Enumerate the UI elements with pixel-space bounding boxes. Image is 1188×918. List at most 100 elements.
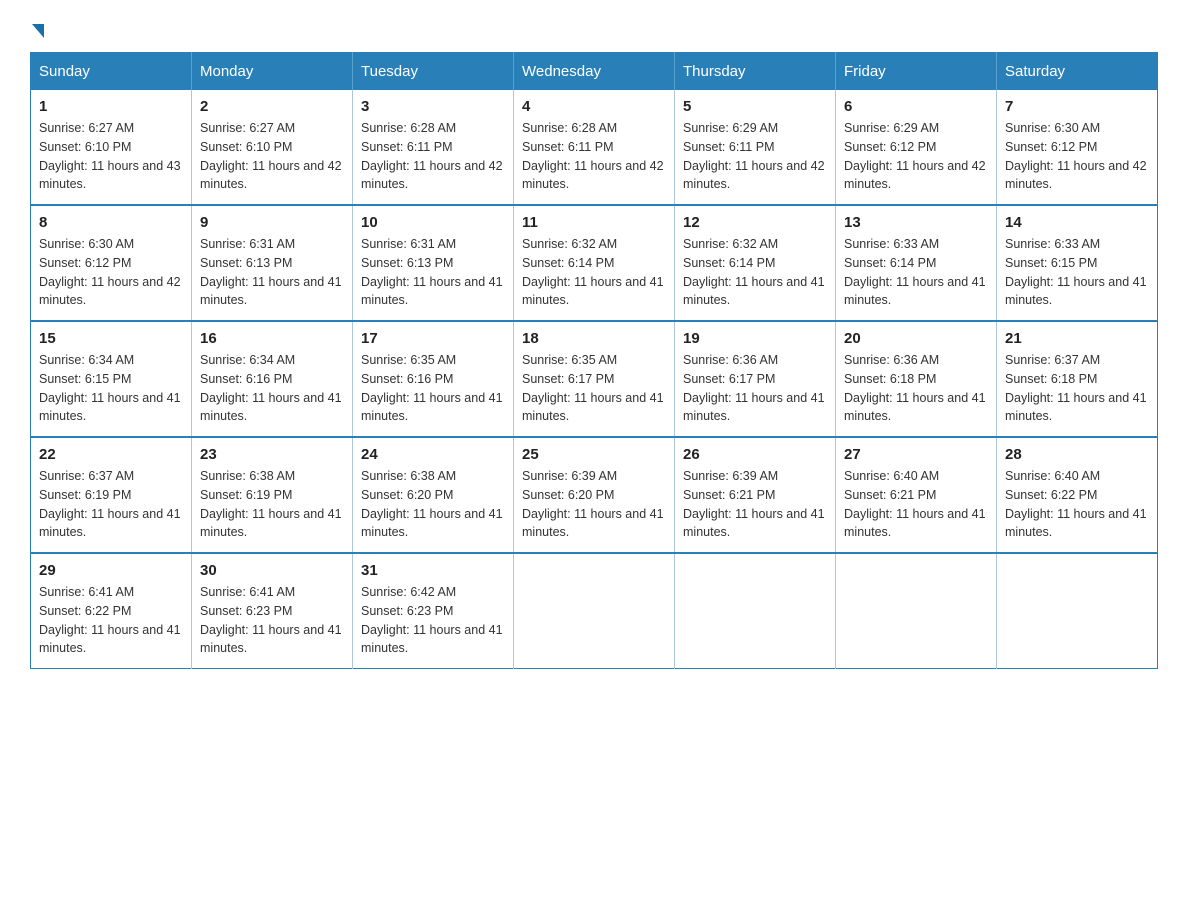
calendar-day-cell: 2 Sunrise: 6:27 AM Sunset: 6:10 PM Dayli… (192, 90, 353, 205)
sunrise-label: Sunrise: 6:33 AM (1005, 237, 1100, 251)
daylight-label: Daylight: 11 hours and 41 minutes. (522, 275, 664, 308)
sunrise-label: Sunrise: 6:32 AM (683, 237, 778, 251)
sunset-label: Sunset: 6:20 PM (522, 488, 614, 502)
calendar-day-cell (836, 553, 997, 669)
day-info: Sunrise: 6:34 AM Sunset: 6:15 PM Dayligh… (39, 351, 183, 426)
sunset-label: Sunset: 6:13 PM (200, 256, 292, 270)
day-info: Sunrise: 6:33 AM Sunset: 6:15 PM Dayligh… (1005, 235, 1149, 310)
calendar-day-cell: 9 Sunrise: 6:31 AM Sunset: 6:13 PM Dayli… (192, 205, 353, 321)
calendar-day-cell: 3 Sunrise: 6:28 AM Sunset: 6:11 PM Dayli… (353, 90, 514, 205)
sunset-label: Sunset: 6:10 PM (200, 140, 292, 154)
day-number: 24 (361, 446, 505, 463)
day-number: 2 (200, 98, 344, 115)
daylight-label: Daylight: 11 hours and 41 minutes. (844, 391, 986, 424)
calendar-day-cell: 29 Sunrise: 6:41 AM Sunset: 6:22 PM Dayl… (31, 553, 192, 669)
day-number: 25 (522, 446, 666, 463)
daylight-label: Daylight: 11 hours and 42 minutes. (200, 159, 342, 192)
sunset-label: Sunset: 6:12 PM (1005, 140, 1097, 154)
day-number: 1 (39, 98, 183, 115)
calendar-day-cell: 23 Sunrise: 6:38 AM Sunset: 6:19 PM Dayl… (192, 437, 353, 553)
day-info: Sunrise: 6:34 AM Sunset: 6:16 PM Dayligh… (200, 351, 344, 426)
daylight-label: Daylight: 11 hours and 41 minutes. (200, 275, 342, 308)
calendar-day-cell: 14 Sunrise: 6:33 AM Sunset: 6:15 PM Dayl… (997, 205, 1158, 321)
day-info: Sunrise: 6:31 AM Sunset: 6:13 PM Dayligh… (361, 235, 505, 310)
daylight-label: Daylight: 11 hours and 41 minutes. (361, 391, 503, 424)
day-number: 23 (200, 446, 344, 463)
sunset-label: Sunset: 6:17 PM (522, 372, 614, 386)
sunset-label: Sunset: 6:23 PM (200, 604, 292, 618)
sunset-label: Sunset: 6:23 PM (361, 604, 453, 618)
calendar-day-cell: 1 Sunrise: 6:27 AM Sunset: 6:10 PM Dayli… (31, 90, 192, 205)
sunrise-label: Sunrise: 6:41 AM (39, 585, 134, 599)
day-info: Sunrise: 6:42 AM Sunset: 6:23 PM Dayligh… (361, 583, 505, 658)
day-number: 6 (844, 98, 988, 115)
calendar-day-cell (997, 553, 1158, 669)
day-info: Sunrise: 6:27 AM Sunset: 6:10 PM Dayligh… (39, 119, 183, 194)
day-info: Sunrise: 6:28 AM Sunset: 6:11 PM Dayligh… (361, 119, 505, 194)
calendar-day-cell: 24 Sunrise: 6:38 AM Sunset: 6:20 PM Dayl… (353, 437, 514, 553)
sunrise-label: Sunrise: 6:29 AM (844, 121, 939, 135)
sunset-label: Sunset: 6:11 PM (522, 140, 614, 154)
day-number: 10 (361, 214, 505, 231)
day-info: Sunrise: 6:31 AM Sunset: 6:13 PM Dayligh… (200, 235, 344, 310)
calendar-day-header: Wednesday (514, 53, 675, 91)
daylight-label: Daylight: 11 hours and 41 minutes. (522, 391, 664, 424)
daylight-label: Daylight: 11 hours and 41 minutes. (200, 623, 342, 656)
day-info: Sunrise: 6:27 AM Sunset: 6:10 PM Dayligh… (200, 119, 344, 194)
day-number: 20 (844, 330, 988, 347)
sunset-label: Sunset: 6:20 PM (361, 488, 453, 502)
daylight-label: Daylight: 11 hours and 41 minutes. (39, 391, 181, 424)
day-info: Sunrise: 6:37 AM Sunset: 6:18 PM Dayligh… (1005, 351, 1149, 426)
day-info: Sunrise: 6:41 AM Sunset: 6:22 PM Dayligh… (39, 583, 183, 658)
sunset-label: Sunset: 6:15 PM (1005, 256, 1097, 270)
daylight-label: Daylight: 11 hours and 41 minutes. (200, 507, 342, 540)
calendar-day-header: Tuesday (353, 53, 514, 91)
page-header (30, 20, 1158, 34)
day-number: 9 (200, 214, 344, 231)
calendar-day-cell (514, 553, 675, 669)
daylight-label: Daylight: 11 hours and 42 minutes. (361, 159, 503, 192)
day-info: Sunrise: 6:29 AM Sunset: 6:12 PM Dayligh… (844, 119, 988, 194)
calendar-day-cell: 10 Sunrise: 6:31 AM Sunset: 6:13 PM Dayl… (353, 205, 514, 321)
calendar-day-cell (675, 553, 836, 669)
day-info: Sunrise: 6:39 AM Sunset: 6:20 PM Dayligh… (522, 467, 666, 542)
calendar-day-cell: 15 Sunrise: 6:34 AM Sunset: 6:15 PM Dayl… (31, 321, 192, 437)
day-info: Sunrise: 6:36 AM Sunset: 6:17 PM Dayligh… (683, 351, 827, 426)
calendar-day-cell: 7 Sunrise: 6:30 AM Sunset: 6:12 PM Dayli… (997, 90, 1158, 205)
calendar-day-cell: 11 Sunrise: 6:32 AM Sunset: 6:14 PM Dayl… (514, 205, 675, 321)
day-number: 26 (683, 446, 827, 463)
calendar-day-cell: 16 Sunrise: 6:34 AM Sunset: 6:16 PM Dayl… (192, 321, 353, 437)
sunrise-label: Sunrise: 6:33 AM (844, 237, 939, 251)
sunset-label: Sunset: 6:11 PM (683, 140, 775, 154)
daylight-label: Daylight: 11 hours and 41 minutes. (683, 507, 825, 540)
sunrise-label: Sunrise: 6:34 AM (39, 353, 134, 367)
calendar-day-header: Monday (192, 53, 353, 91)
calendar-day-cell: 31 Sunrise: 6:42 AM Sunset: 6:23 PM Dayl… (353, 553, 514, 669)
day-number: 13 (844, 214, 988, 231)
day-info: Sunrise: 6:30 AM Sunset: 6:12 PM Dayligh… (39, 235, 183, 310)
daylight-label: Daylight: 11 hours and 41 minutes. (522, 507, 664, 540)
calendar-day-header: Thursday (675, 53, 836, 91)
sunset-label: Sunset: 6:14 PM (522, 256, 614, 270)
calendar-day-cell: 22 Sunrise: 6:37 AM Sunset: 6:19 PM Dayl… (31, 437, 192, 553)
day-info: Sunrise: 6:40 AM Sunset: 6:21 PM Dayligh… (844, 467, 988, 542)
calendar-day-cell: 25 Sunrise: 6:39 AM Sunset: 6:20 PM Dayl… (514, 437, 675, 553)
sunset-label: Sunset: 6:13 PM (361, 256, 453, 270)
daylight-label: Daylight: 11 hours and 41 minutes. (1005, 391, 1147, 424)
calendar-table: SundayMondayTuesdayWednesdayThursdayFrid… (30, 52, 1158, 669)
calendar-day-cell: 28 Sunrise: 6:40 AM Sunset: 6:22 PM Dayl… (997, 437, 1158, 553)
sunrise-label: Sunrise: 6:27 AM (39, 121, 134, 135)
sunset-label: Sunset: 6:19 PM (39, 488, 131, 502)
day-number: 3 (361, 98, 505, 115)
sunrise-label: Sunrise: 6:34 AM (200, 353, 295, 367)
sunset-label: Sunset: 6:12 PM (39, 256, 131, 270)
day-info: Sunrise: 6:37 AM Sunset: 6:19 PM Dayligh… (39, 467, 183, 542)
daylight-label: Daylight: 11 hours and 42 minutes. (39, 275, 181, 308)
calendar-week-row: 29 Sunrise: 6:41 AM Sunset: 6:22 PM Dayl… (31, 553, 1158, 669)
sunrise-label: Sunrise: 6:40 AM (844, 469, 939, 483)
day-number: 29 (39, 562, 183, 579)
sunrise-label: Sunrise: 6:37 AM (1005, 353, 1100, 367)
day-info: Sunrise: 6:32 AM Sunset: 6:14 PM Dayligh… (522, 235, 666, 310)
sunrise-label: Sunrise: 6:38 AM (361, 469, 456, 483)
day-number: 27 (844, 446, 988, 463)
